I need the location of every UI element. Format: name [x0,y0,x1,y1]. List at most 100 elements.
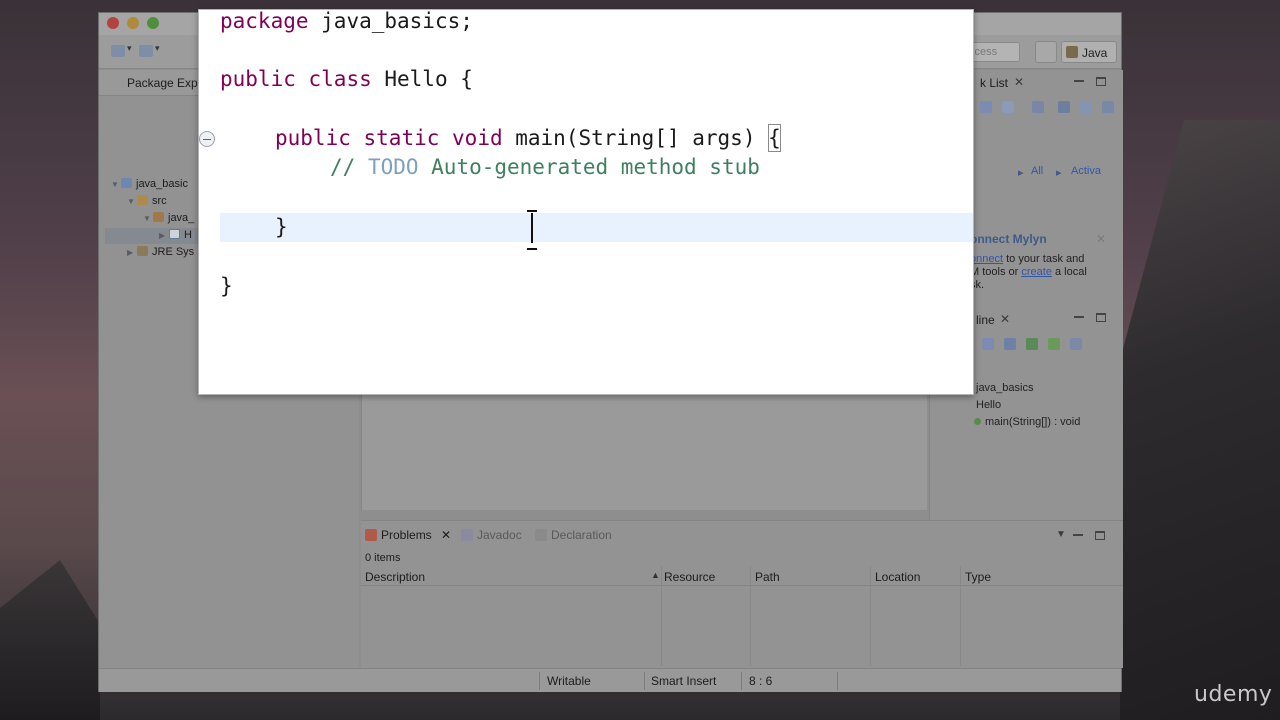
javadoc-icon [461,529,473,541]
desktop-rock-left [0,560,100,720]
column-description[interactable]: Description [365,570,425,584]
library-icon [137,246,148,256]
tab-declaration[interactable]: Declaration [535,528,612,542]
minimize-icon[interactable] [1074,80,1084,82]
hide-static-icon[interactable] [1026,338,1038,350]
tree-item-package[interactable]: ▼ java_ [143,210,194,226]
package-icon [153,212,164,222]
keyword: class [308,67,372,91]
task-menu-icon[interactable] [1102,101,1114,113]
status-separator [539,672,540,690]
keyword: public [275,126,351,150]
column-separator[interactable] [870,566,871,666]
tree-item-src[interactable]: ▼ src [127,193,167,209]
current-line-highlight [220,213,973,242]
maximize-icon[interactable] [1095,531,1105,540]
todo-tag: TODO [367,155,419,179]
tree-expand-icon[interactable]: ▼ [127,194,137,210]
hide-completed-icon[interactable] [1058,101,1070,113]
maximize-icon[interactable] [1096,313,1106,322]
tree-item-project[interactable]: ▼ java_basic [111,176,188,192]
window-close-button[interactable] [107,17,119,29]
open-perspective-button[interactable] [1035,41,1057,63]
status-bar: Writable Smart Insert 8 : 6 [99,668,1121,692]
java-perspective-label: Java [1082,46,1108,60]
column-separator[interactable] [661,566,662,666]
tree-item-hello-java[interactable]: ▶ H [159,227,192,243]
tree-item-label: java_basic [136,178,188,190]
new-task-icon[interactable] [980,101,992,113]
column-type[interactable]: Type [965,570,991,584]
tab-label: Javadoc [477,528,522,542]
status-separator [644,672,645,690]
sort-icon[interactable] [982,338,994,350]
tree-item-label: java_ [168,212,195,224]
close-icon[interactable]: ✕ [441,528,451,542]
column-separator[interactable] [750,566,751,666]
code-line-close-class[interactable]: } [220,272,233,300]
minimize-icon[interactable] [1074,316,1084,318]
problems-count: 0 items [365,552,401,564]
tab-javadoc[interactable]: Javadoc [461,528,522,542]
code-line-close-method[interactable]: } [275,213,288,241]
code-line-package[interactable]: package java_basics; [220,10,473,35]
sync-icon[interactable] [1032,101,1044,113]
fold-collapse-icon[interactable] [199,131,215,147]
save-icon[interactable] [139,45,153,57]
window-minimize-button[interactable] [127,17,139,29]
mylyn-text-line-1: onnect to your task and [970,253,1084,265]
outline-item-package[interactable]: java_basics [976,382,1033,394]
tab-outline[interactable]: line [976,313,995,327]
mylyn-text: M tools or [970,266,1022,278]
window-zoom-button[interactable] [147,17,159,29]
keyword: static [363,126,440,150]
column-location[interactable]: Location [875,570,920,584]
new-dropdown-chevron-icon[interactable]: ▾ [127,43,132,54]
tree-item-jre[interactable]: ▶ JRE Sys [127,244,194,260]
code-line-comment[interactable]: // TODO Auto-generated method stub [330,153,760,181]
column-resource[interactable]: Resource [664,570,715,584]
filter-arrow-icon: ▸ [1018,167,1024,179]
tree-collapse-icon[interactable]: ▶ [159,228,169,244]
connect-mylyn-title: onnect Mylyn [970,232,1047,246]
minimize-icon[interactable] [1073,534,1083,536]
connect-link[interactable]: onnect [970,253,1003,265]
status-cursor-position: 8 : 6 [749,674,773,688]
hide-nonpublic-icon[interactable] [1048,338,1060,350]
tree-collapse-icon[interactable]: ▶ [127,245,137,261]
tab-task-list[interactable]: k List [980,76,1008,90]
tree-item-label: H [184,229,192,241]
tab-problems[interactable]: Problems ✕ [365,528,451,542]
outline-item-method[interactable]: main(String[]) : void [974,416,1080,428]
java-perspective-icon [1066,46,1078,58]
zoomed-code-editor[interactable]: package java_basics; public class Hello … [198,9,974,395]
outline-item-class[interactable]: Hello [976,399,1001,411]
categorize-icon[interactable] [1002,101,1014,113]
hide-fields-icon[interactable] [1004,338,1016,350]
java-perspective-button[interactable]: Java [1061,41,1117,63]
close-icon[interactable]: ✕ [1000,312,1010,326]
outline-item-label: main(String[]) : void [985,416,1081,428]
column-separator[interactable] [960,566,961,666]
tab-package-explorer[interactable]: Package Expl [127,76,200,90]
view-menu-chevron-down-icon[interactable]: ▼ [1056,529,1066,540]
close-icon[interactable]: ✕ [1096,232,1106,246]
filter-all-link[interactable]: All [1031,165,1043,177]
hide-local-types-icon[interactable] [1070,338,1082,350]
tree-expand-icon[interactable]: ▼ [111,177,121,193]
matching-bracket: { [768,124,781,152]
tree-expand-icon[interactable]: ▼ [143,211,153,227]
save-dropdown-chevron-icon[interactable]: ▾ [155,43,160,54]
new-icon[interactable] [111,45,125,57]
focus-icon[interactable] [1080,101,1092,113]
declaration-icon [535,529,547,541]
code-line-class-decl[interactable]: public class Hello { [220,65,473,93]
column-path[interactable]: Path [755,570,780,584]
activate-task-link[interactable]: Activa [1071,165,1101,177]
create-link[interactable]: create [1021,266,1052,278]
close-icon[interactable]: ✕ [1014,75,1024,89]
keyword: void [452,126,503,150]
maximize-icon[interactable] [1096,77,1106,86]
source-folder-icon [137,195,148,205]
code-line-main-decl[interactable]: public static void main(String[] args) { [275,124,781,152]
